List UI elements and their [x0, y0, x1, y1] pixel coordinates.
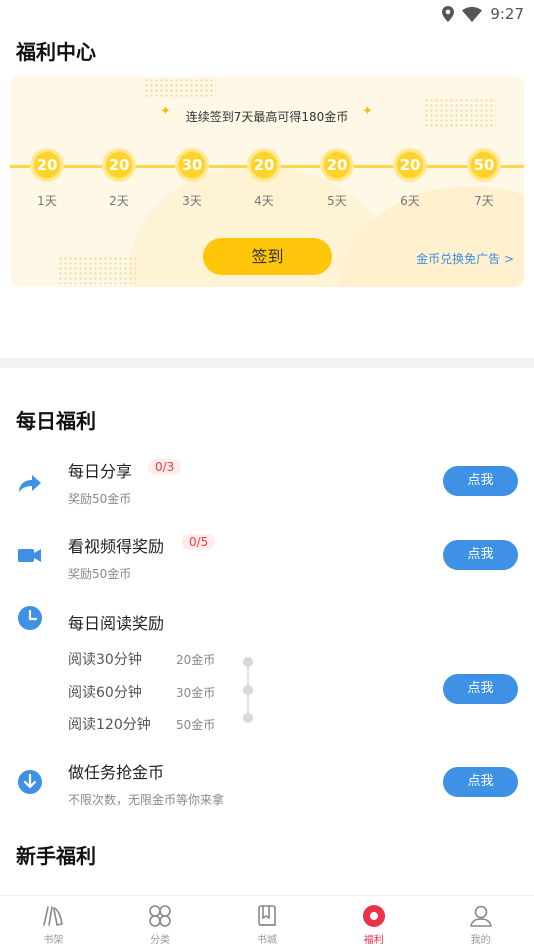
task-title: 做任务抢金币 [68, 763, 165, 782]
coin-icon: 20 [104, 150, 134, 180]
coin-icon: 50 [469, 150, 499, 180]
reading-progress-dot [243, 713, 253, 723]
tab-bookstore[interactable]: 书城 [214, 896, 321, 949]
bookshelf-icon [0, 904, 107, 928]
download-arrow-icon [16, 768, 44, 796]
signin-day: 50 7天 [467, 150, 501, 209]
signin-day: 20 2天 [102, 150, 136, 209]
day-label: 2天 [109, 194, 129, 208]
tab-bookshelf[interactable]: 书架 [0, 896, 107, 949]
task-title: 看视频得奖励 [68, 537, 165, 556]
task-title: 每日阅读奖励 [68, 614, 165, 633]
share-arrow-icon [16, 469, 44, 497]
tab-label: 福利 [363, 935, 384, 946]
reading-tier-coins: 50金币 [176, 718, 216, 732]
dot-pattern [58, 256, 136, 284]
tab-label: 书架 [43, 935, 64, 946]
signin-tip: 连续签到7天最高可得180金币 [185, 110, 349, 124]
video-go-button[interactable]: 点我 [443, 540, 518, 570]
redeem-ad-free-link[interactable]: 金币兑换免广告 > [416, 250, 514, 267]
status-bar: 9:27 [0, 0, 534, 30]
missions-go-button[interactable]: 点我 [443, 767, 518, 797]
coin-icon: 20 [249, 150, 279, 180]
clock-icon [16, 605, 44, 633]
task-description: 不限次数，无限金币等你来拿 [68, 793, 225, 807]
status-time: 9:27 [490, 5, 524, 23]
tab-label: 书城 [256, 935, 277, 946]
reading-go-button[interactable]: 点我 [443, 674, 518, 704]
coin-icon: 30 [177, 150, 207, 180]
reading-tier-coins: 20金币 [176, 653, 216, 667]
reading-progress-dot [243, 657, 253, 667]
day-label: 3天 [182, 194, 202, 208]
category-icon [107, 904, 214, 928]
day-label: 6天 [400, 194, 420, 208]
wifi-icon [462, 6, 483, 22]
location-icon [442, 6, 455, 22]
task-reward: 奖励50金币 [68, 567, 132, 581]
signin-card: ✦ ✦ 连续签到7天最高可得180金币 20 1天 20 2天 30 3天 20… [10, 76, 524, 287]
daily-welfare-title: 每日福利 [16, 409, 96, 433]
tab-welfare[interactable]: 福利 [320, 896, 427, 949]
reading-tier-label: 阅读30分钟 [68, 652, 142, 668]
day-label: 1天 [37, 194, 57, 208]
bottom-tab-bar: 书架 分类 书城 福利 我的 [0, 895, 534, 949]
task-missions: 做任务抢金币 不限次数，无限金币等你来拿 点我 [0, 757, 534, 812]
reading-progress-dot [243, 685, 253, 695]
day-label: 4天 [254, 194, 274, 208]
task-reward: 奖励50金币 [68, 492, 132, 506]
tab-category[interactable]: 分类 [107, 896, 214, 949]
share-go-button[interactable]: 点我 [443, 466, 518, 496]
bookstore-icon [214, 904, 321, 928]
task-share: 每日分享 0/3 奖励50金币 点我 [0, 455, 534, 510]
video-camera-icon [16, 541, 44, 569]
tab-profile[interactable]: 我的 [427, 896, 534, 949]
signin-day: 30 3天 [175, 150, 209, 209]
dot-pattern [144, 78, 216, 98]
reading-tier-label: 阅读120分钟 [68, 717, 151, 733]
coin-icon: 20 [322, 150, 352, 180]
welfare-icon [320, 904, 427, 928]
reading-tier-coins: 30金币 [176, 686, 216, 700]
task-progress-badge: 0/3 [148, 459, 182, 475]
tab-label: 我的 [470, 935, 491, 946]
page-title: 福利中心 [16, 40, 96, 64]
coin-icon: 20 [32, 150, 62, 180]
profile-icon [427, 904, 534, 928]
signin-day: 20 5天 [320, 150, 354, 209]
section-divider [0, 358, 534, 368]
task-video: 看视频得奖励 0/5 奖励50金币 点我 [0, 530, 534, 585]
coin-icon: 20 [395, 150, 425, 180]
task-title: 每日分享 [68, 462, 133, 481]
day-label: 5天 [327, 194, 347, 208]
signin-button[interactable]: 签到 [203, 238, 332, 275]
newbie-welfare-title: 新手福利 [16, 844, 96, 868]
signin-day: 20 4天 [247, 150, 281, 209]
task-progress-badge: 0/5 [182, 534, 216, 550]
signin-day: 20 1天 [30, 150, 64, 209]
day-label: 7天 [474, 194, 494, 208]
reading-tier-label: 阅读60分钟 [68, 685, 142, 701]
signin-day: 20 6天 [393, 150, 427, 209]
tab-label: 分类 [150, 935, 171, 946]
